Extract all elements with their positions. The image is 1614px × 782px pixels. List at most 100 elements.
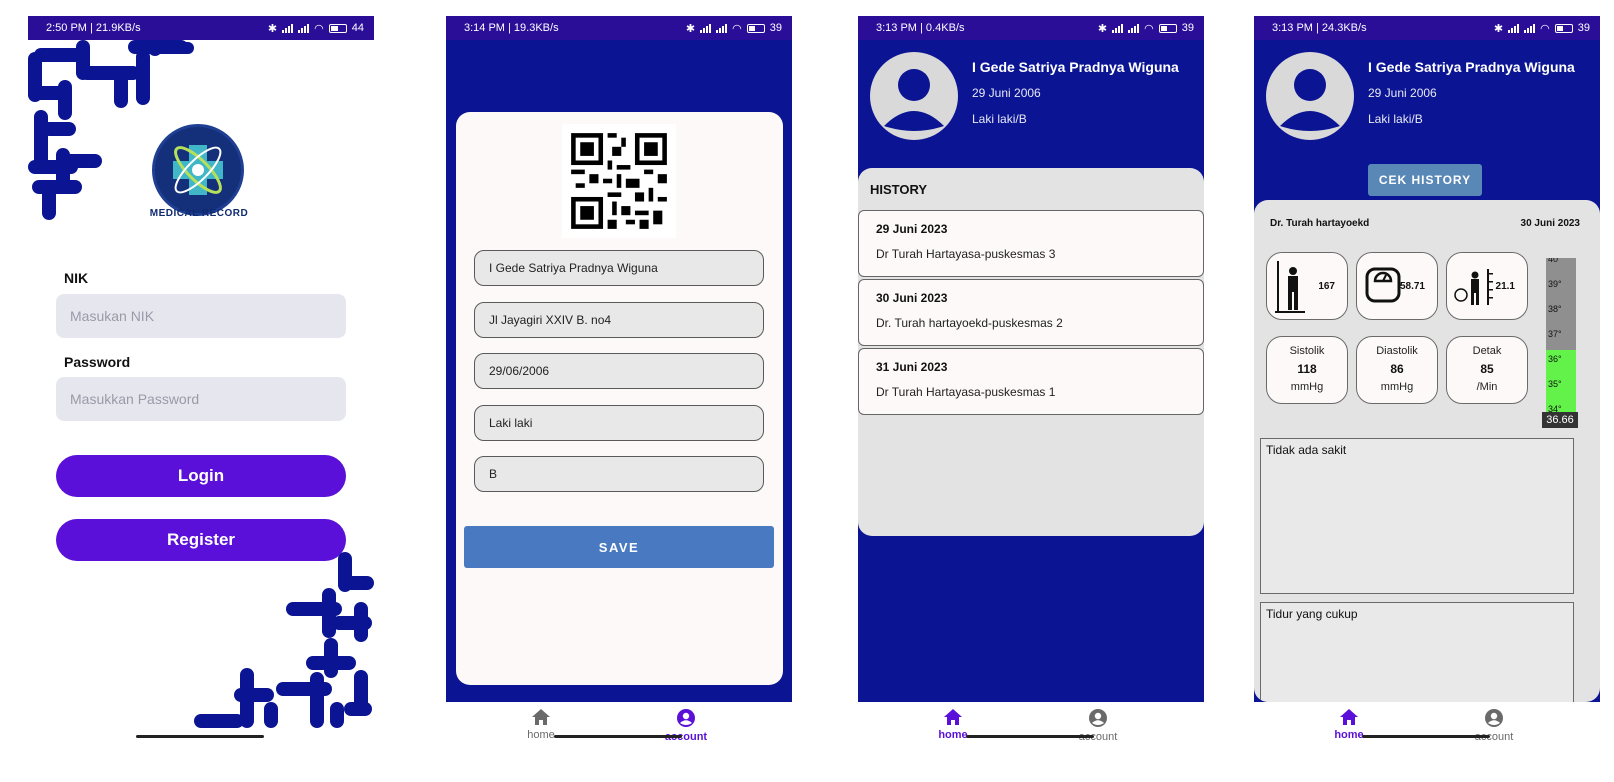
nav-home-label: home (1334, 729, 1364, 741)
patient-dob: 29 Juni 2006 (972, 86, 1041, 100)
home-indicator (966, 735, 1094, 738)
account-icon (1089, 709, 1107, 727)
signal-icon (1508, 23, 1520, 33)
history-item[interactable]: 30 Juni 2023 Dr. Turah hartayoekd-puskes… (858, 279, 1204, 346)
history-item-doctor: Dr Turah Hartayasa-puskesmas 1 (876, 385, 1056, 399)
login-screen: 2:50 PM | 21.9KB/s ✱ ◠ 44 MEDICAL RECORD… (28, 16, 374, 768)
diastolic-label: Diastolik (1376, 345, 1418, 357)
app-logo (152, 124, 244, 216)
status-time: 3:14 PM | 19.3KB/s (464, 22, 559, 34)
patient-name: I Gede Satriya Pradnya Wiguna (1368, 59, 1575, 75)
history-title: HISTORY (870, 182, 928, 197)
record-detail-screen: 3:13 PM | 24.3KB/s ✱ ◠ 39 I Gede Satriya… (1254, 16, 1600, 768)
cek-history-button[interactable]: CEK HISTORY (1368, 164, 1482, 196)
gender-field[interactable]: Laki laki (474, 405, 764, 441)
wifi-icon: ◠ (732, 22, 742, 35)
temperature-tick: 39° (1548, 279, 1562, 289)
status-time: 3:13 PM | 24.3KB/s (1272, 22, 1367, 34)
bmi-tile: 21.1 (1446, 252, 1528, 320)
blood-type-field[interactable]: B (474, 456, 764, 492)
medical-cross-icon (173, 145, 223, 195)
temperature-gauge: 40° 39° 38° 37° 36° 35° 34° (1546, 258, 1576, 414)
status-icons: ✱ ◠ 39 (1098, 22, 1194, 35)
heart-rate-value: 85 (1480, 362, 1494, 376)
battery-icon (1554, 23, 1573, 33)
name-field[interactable]: I Gede Satriya Pradnya Wiguna (474, 250, 764, 286)
account-icon (1485, 709, 1503, 727)
history-item-date: 29 Juni 2023 (876, 222, 948, 236)
login-button[interactable]: Login (56, 455, 346, 497)
temperature-tick: 35° (1548, 379, 1562, 389)
history-item[interactable]: 29 Juni 2023 Dr Turah Hartayasa-puskesma… (858, 210, 1204, 277)
bmi-value: 21.1 (1495, 281, 1515, 292)
status-bar: 3:14 PM | 19.3KB/s ✱ ◠ 39 (446, 16, 792, 40)
history-item[interactable]: 31 Juni 2023 Dr Turah Hartayasa-puskesma… (858, 348, 1204, 415)
avatar (1266, 52, 1354, 140)
signal-icon (716, 23, 728, 33)
battery-icon (328, 23, 347, 33)
nav-home-label: home (527, 729, 555, 741)
heart-rate-tile: Detak 85 /Min (1446, 336, 1528, 404)
signal-icon (1112, 23, 1124, 33)
person-icon (884, 69, 944, 131)
signal-icon (282, 23, 294, 33)
avatar (870, 52, 958, 140)
status-time: 2:50 PM | 21.9KB/s (46, 22, 141, 34)
temperature-tick: 38° (1548, 304, 1562, 314)
decorative-pattern-bottom (194, 552, 374, 728)
home-indicator (554, 735, 682, 738)
temperature-value: 36.66 (1542, 412, 1578, 428)
height-person-icon (1275, 261, 1305, 313)
history-item-date: 30 Juni 2023 (876, 291, 948, 305)
bmi-measure-icon (1454, 269, 1493, 305)
birthdate-field[interactable]: 29/06/2006 (474, 353, 764, 389)
signal-icon (298, 23, 310, 33)
home-icon (532, 709, 550, 725)
history-item-doctor: Dr Turah Hartayasa-puskesmas 3 (876, 247, 1056, 261)
patient-sex-blood: Laki laki/B (972, 112, 1027, 126)
home-indicator (136, 735, 264, 738)
status-bar: 2:50 PM | 21.9KB/s ✱ ◠ 44 (28, 16, 374, 40)
wifi-icon: ◠ (314, 22, 324, 35)
battery-icon (746, 23, 765, 33)
systolic-label: Sistolik (1289, 345, 1325, 357)
status-icons: ✱ ◠ 39 (1494, 22, 1590, 35)
heart-rate-label: Detak (1472, 345, 1502, 357)
weight-value: 58.71 (1399, 281, 1425, 292)
systolic-unit: mmHg (1290, 381, 1324, 393)
history-item-date: 31 Juni 2023 (876, 360, 948, 374)
home-indicator (1362, 735, 1490, 738)
save-button[interactable]: SAVE (464, 526, 774, 568)
systolic-value: 118 (1297, 362, 1317, 376)
history-item-doctor: Dr. Turah hartayoekd-puskesmas 2 (876, 316, 1063, 330)
password-input[interactable] (56, 377, 346, 421)
record-date: 30 Juni 2023 (1520, 218, 1580, 229)
doctor-name: Dr. Turah hartayoekd (1270, 218, 1370, 229)
home-icon (944, 709, 962, 725)
password-label: Password (64, 354, 131, 370)
record-detail-panel: Dr. Turah hartayoekd 30 Juni 2023 167 58… (1254, 200, 1600, 702)
battery-level: 39 (1181, 22, 1194, 34)
qr-code (562, 124, 676, 238)
diastolic-value: 86 (1390, 362, 1404, 376)
height-tile: 167 (1266, 252, 1348, 320)
temperature-tick: 37° (1548, 329, 1562, 339)
bluetooth-icon: ✱ (1097, 22, 1108, 35)
person-icon (1280, 69, 1340, 131)
heart-rate-unit: /Min (1476, 381, 1498, 393)
battery-level: 39 (1577, 22, 1590, 34)
advice-note[interactable]: Tidur yang cukup (1260, 602, 1574, 702)
height-value: 167 (1318, 281, 1335, 292)
address-field[interactable]: Jl Jayagiri XXIV B. no4 (474, 302, 764, 338)
nik-input[interactable] (56, 294, 346, 338)
patient-dob: 29 Juni 2006 (1368, 86, 1437, 100)
temperature-tick: 36° (1548, 354, 1562, 364)
diastolic-unit: mmHg (1380, 381, 1414, 393)
weight-tile: 58.71 (1356, 252, 1438, 320)
status-icons: ✱ ◠ 44 (268, 22, 364, 35)
status-bar: 3:13 PM | 0.4KB/s ✱ ◠ 39 (858, 16, 1204, 40)
profile-edit-screen: 3:14 PM | 19.3KB/s ✱ ◠ 39 I Gede Satriya (446, 16, 792, 768)
patient-sex-blood: Laki laki/B (1368, 112, 1423, 126)
signal-icon (1524, 23, 1536, 33)
complaint-note[interactable]: Tidak ada sakit (1260, 438, 1574, 594)
